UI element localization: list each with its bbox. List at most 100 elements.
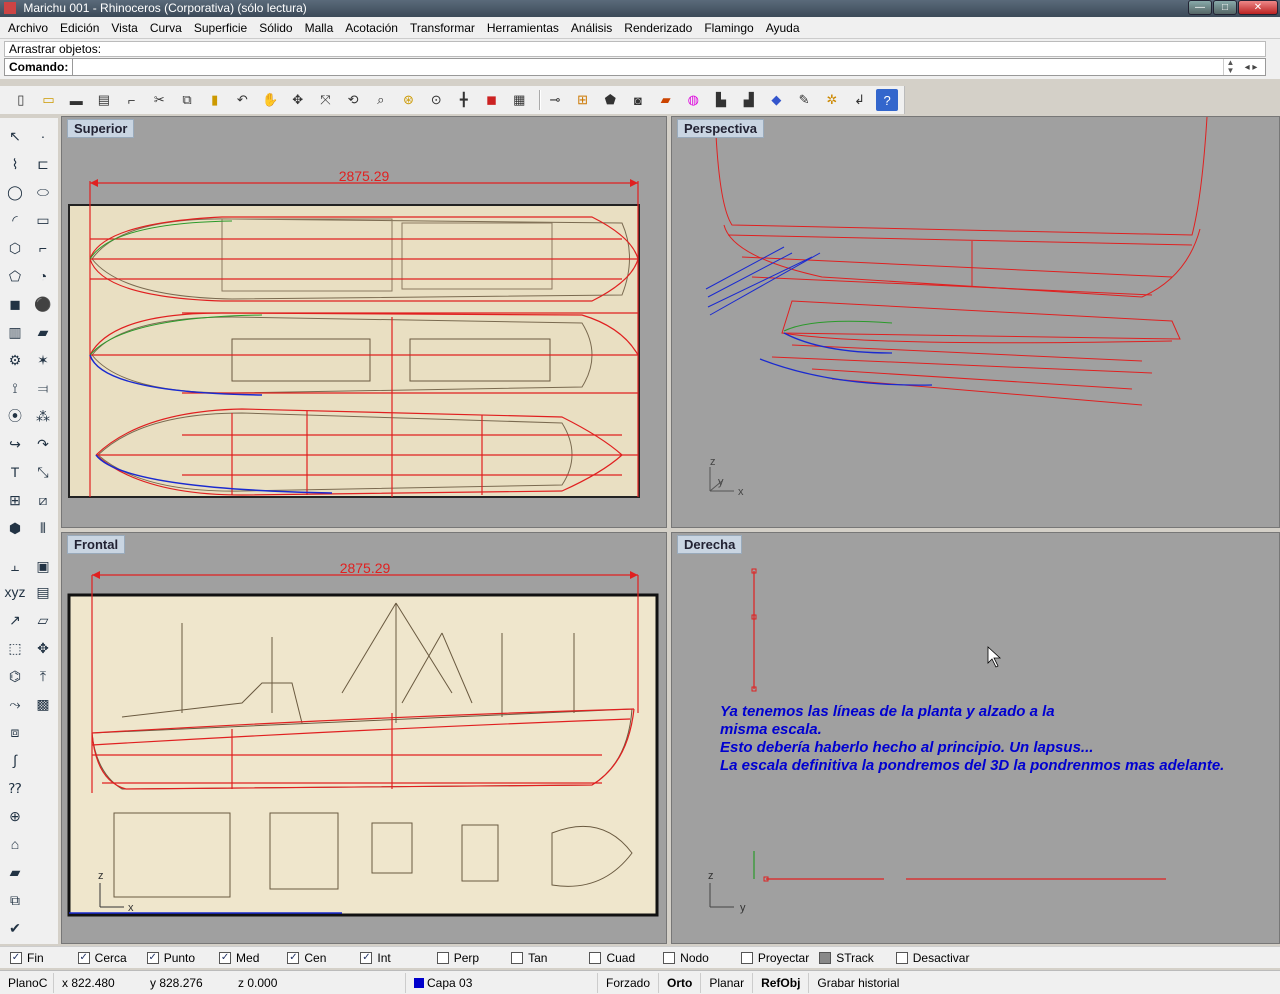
what-icon[interactable]: ⁇ xyxy=(3,776,27,800)
viewport-title-derecha[interactable]: Derecha xyxy=(677,535,743,554)
osnap-perp[interactable]: Perp xyxy=(436,951,479,965)
menu-ayuda[interactable]: Ayuda xyxy=(760,18,806,38)
light-icon[interactable]: ✎ xyxy=(793,89,815,111)
point-tool-icon[interactable]: · xyxy=(31,124,55,148)
new-file-icon[interactable]: ▯ xyxy=(10,89,32,111)
menu-analisis[interactable]: Análisis xyxy=(565,18,618,38)
osnap-fin[interactable]: ✓ Fin xyxy=(10,951,44,965)
bounding-box-icon[interactable]: ⬚ xyxy=(3,636,27,660)
command-input[interactable] xyxy=(72,59,1223,75)
status-refobj[interactable]: RefObj xyxy=(753,972,810,993)
box-icon[interactable]: ◼ xyxy=(3,292,27,316)
color-layers-icon[interactable]: ▰ xyxy=(3,860,27,884)
osnap-punto[interactable]: ✓ Punto xyxy=(146,951,195,965)
hatch-icon[interactable]: ⫴ xyxy=(31,516,55,540)
cage-icon[interactable]: ⧈ xyxy=(3,720,27,744)
render-car-icon[interactable]: ◼ xyxy=(481,89,503,111)
menu-acotacion[interactable]: Acotación xyxy=(339,18,404,38)
contour-icon[interactable]: ⫠ xyxy=(3,554,27,578)
trim-icon[interactable]: ⟟ xyxy=(3,376,27,400)
osnap-desactivar[interactable]: Desactivar xyxy=(895,951,969,965)
layers-icon[interactable]: ⊞ xyxy=(572,89,594,111)
zoom-extents-icon[interactable]: ⊛ xyxy=(398,89,420,111)
distance-icon[interactable]: ↗ xyxy=(3,608,27,632)
cut-icon[interactable]: ✂ xyxy=(148,89,170,111)
viewport-top-canvas[interactable]: 2875.29 xyxy=(62,117,667,528)
shaded-icon[interactable]: ◆ xyxy=(766,89,788,111)
layout-icon[interactable]: ▤ xyxy=(31,580,55,604)
zoom-selected-icon[interactable]: ⊙ xyxy=(425,89,447,111)
checkbox-fin[interactable]: ✓ xyxy=(10,951,22,964)
viewport-title-frontal[interactable]: Frontal xyxy=(67,535,126,554)
point-icon[interactable]: ⊸ xyxy=(544,89,566,111)
object-props-icon[interactable]: ⧉ xyxy=(3,888,27,912)
sweep-icon[interactable]: ⤳ xyxy=(3,692,27,716)
undo-icon[interactable]: ↶ xyxy=(232,89,254,111)
status-plane[interactable]: PlanoC xyxy=(0,972,54,993)
boolean-icon[interactable]: ⦿ xyxy=(3,404,27,428)
checkbox-desactivar[interactable] xyxy=(895,951,908,964)
viewport-top[interactable]: 2875.29 Superior xyxy=(61,116,667,528)
gear-icon[interactable]: ⚙ xyxy=(3,348,27,372)
maximize-button[interactable]: □ xyxy=(1213,0,1237,15)
checkbox-strack[interactable] xyxy=(819,951,832,964)
status-layer[interactable]: Capa 03 xyxy=(406,972,598,993)
menu-vista[interactable]: Vista xyxy=(105,18,143,38)
capture-icon[interactable]: ◙ xyxy=(627,89,649,111)
menu-archivo[interactable]: Archivo xyxy=(2,18,54,38)
print-icon[interactable]: ▤ xyxy=(93,89,115,111)
status-history[interactable]: Grabar historial xyxy=(809,973,907,993)
checkbox-punto[interactable]: ✓ xyxy=(146,951,159,964)
checkbox-cuad[interactable] xyxy=(589,951,602,964)
status-snap[interactable]: Forzado xyxy=(598,972,660,993)
rectangle-icon[interactable]: ▭ xyxy=(31,208,55,232)
fillet-icon[interactable]: ⌐ xyxy=(31,236,55,260)
viewport-front-canvas[interactable]: 2875.29 z x xyxy=(62,533,667,944)
render-icon[interactable]: ✲ xyxy=(821,89,843,111)
shade-icon[interactable]: ⬟ xyxy=(599,89,621,111)
osnap-cuad[interactable]: Cuad xyxy=(589,951,635,965)
cylinder-icon[interactable]: ▥ xyxy=(3,320,27,344)
close-button[interactable]: ✕ xyxy=(1238,0,1278,15)
status-ortho[interactable]: Orto xyxy=(659,972,702,993)
text-icon[interactable]: T xyxy=(3,460,27,484)
render-preview-icon[interactable]: ▩ xyxy=(31,692,55,716)
checkbox-tan[interactable] xyxy=(511,951,524,964)
ellipse-icon[interactable]: ⬭ xyxy=(31,180,55,204)
menu-curva[interactable]: Curva xyxy=(144,18,188,38)
analyze-icon[interactable]: ⌬ xyxy=(3,664,27,688)
gumball-icon[interactable]: ⊕ xyxy=(3,804,27,828)
checkbox-int[interactable]: ✓ xyxy=(360,951,373,964)
solid-box-icon[interactable]: ⬢ xyxy=(3,516,27,540)
align-icon[interactable]: ⤒ xyxy=(31,664,55,688)
curve-cv-icon[interactable]: ⊏ xyxy=(31,152,55,176)
osnap-proyectar[interactable]: Proyectar xyxy=(740,951,809,965)
explode-icon[interactable]: ✶ xyxy=(31,348,55,372)
revolve-icon[interactable]: ◔ xyxy=(31,264,55,288)
polygon-icon[interactable]: ⬡ xyxy=(3,236,27,260)
viewport-title-superior[interactable]: Superior xyxy=(67,119,135,138)
move-view-icon[interactable]: ✥ xyxy=(287,89,309,111)
move-icon[interactable]: ✥ xyxy=(31,636,55,660)
window-icon[interactable]: ▣ xyxy=(31,554,55,578)
checkbox-proyectar[interactable] xyxy=(740,951,753,964)
osnap-int[interactable]: ✓ Int xyxy=(360,951,391,965)
checkbox-nodo[interactable] xyxy=(663,951,676,964)
osnap-med[interactable]: ✓ Med xyxy=(219,951,259,965)
viewport-title-perspectiva[interactable]: Perspectiva xyxy=(677,119,764,138)
menu-renderizado[interactable]: Renderizado xyxy=(618,18,698,38)
options-icon[interactable]: ↲ xyxy=(849,89,871,111)
checkbox-cen[interactable]: ✓ xyxy=(287,951,300,964)
projection-icon[interactable]: ▱ xyxy=(31,608,55,632)
dimension-icon[interactable]: ⧄ xyxy=(31,488,55,512)
grid-snap-icon[interactable]: ╋ xyxy=(453,89,475,111)
copy-icon[interactable]: ⧉ xyxy=(176,89,198,111)
menu-superficie[interactable]: Superficie xyxy=(188,18,253,38)
command-history-spinner[interactable]: ▲ ▼ xyxy=(1223,59,1237,75)
arc-icon[interactable]: ◜ xyxy=(3,208,27,232)
mesh-icon[interactable]: ▦ xyxy=(508,89,530,111)
paste-icon[interactable]: ▮ xyxy=(204,89,226,111)
minimize-button[interactable]: — xyxy=(1188,0,1212,15)
scale-icon[interactable]: ⤡ xyxy=(31,460,55,484)
surface-corner-icon[interactable]: ⬠ xyxy=(3,264,27,288)
